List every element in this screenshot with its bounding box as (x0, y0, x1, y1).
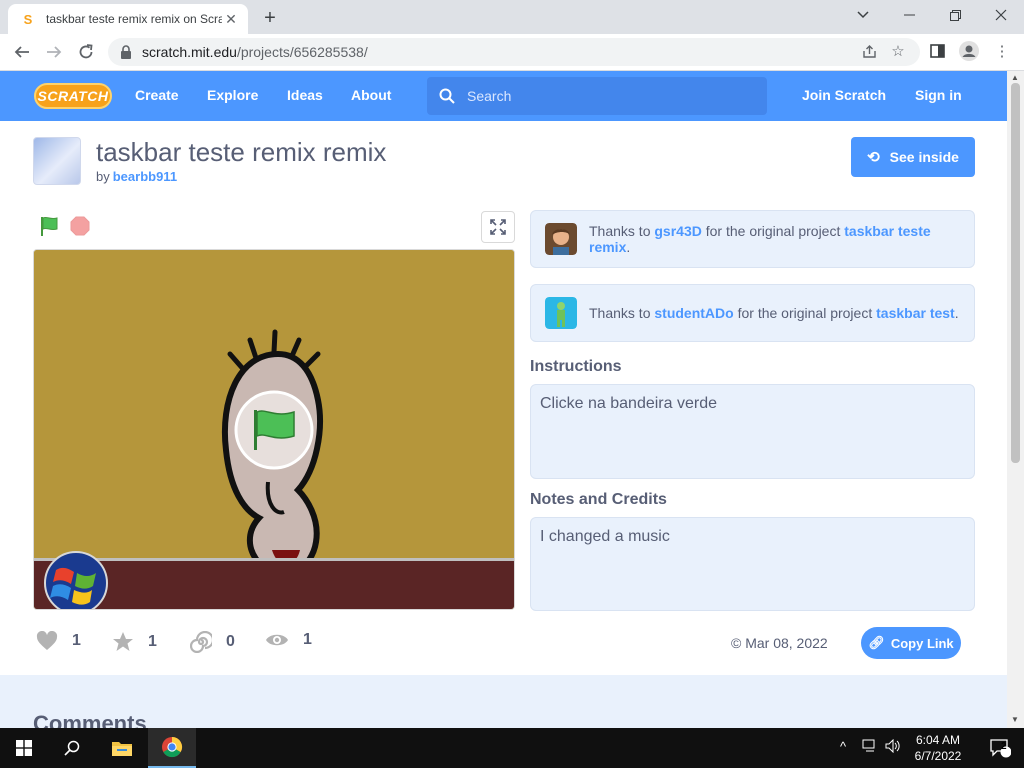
clock-date: 6/7/2022 (914, 749, 962, 763)
notes-heading: Notes and Credits (530, 491, 667, 508)
nav-explore[interactable]: Explore (207, 87, 258, 103)
fullscreen-icon (490, 219, 506, 235)
credit-user-link[interactable]: gsr43D (654, 223, 701, 239)
chrome-menu-kebab-icon[interactable]: ⋮ (991, 40, 1013, 62)
remix-count: 0 (226, 633, 235, 650)
link-icon: 🔗︎ (868, 635, 885, 650)
scratch-logo[interactable]: SCRATCH (34, 83, 112, 109)
restore-icon[interactable] (932, 0, 978, 30)
taskbar-search-icon[interactable] (48, 728, 96, 768)
instructions-heading: Instructions (530, 358, 622, 375)
instructions-text: Clicke na bandeira verde (530, 384, 975, 479)
author-link[interactable]: bearbb911 (113, 169, 177, 184)
scratch-navbar: SCRATCH Create Explore Ideas About Join … (0, 71, 1007, 121)
nav-ideas[interactable]: Ideas (287, 87, 323, 103)
favorite-count: 1 (148, 632, 157, 650)
scroll-up-arrow-icon[interactable]: ▲ (1011, 73, 1019, 82)
credit-text: Thanks to gsr43D for the original projec… (589, 223, 931, 255)
scrollbar-thumb[interactable] (1011, 83, 1020, 463)
tray-expand-chevron-icon[interactable]: ^ (840, 739, 846, 754)
see-inside-button[interactable]: ⟲ See inside (851, 137, 975, 177)
credit-text: Thanks to studentADo for the original pr… (589, 305, 959, 321)
volume-icon[interactable] (885, 738, 901, 756)
project-thumbnail (33, 137, 81, 185)
fullscreen-button[interactable] (481, 211, 515, 243)
side-panel-icon[interactable] (926, 40, 948, 62)
back-arrow-icon[interactable] (8, 38, 36, 66)
copy-link-label: Copy Link (890, 635, 954, 651)
project-author-line: by bearbb911 (96, 169, 177, 184)
nav-create[interactable]: Create (135, 87, 179, 103)
star-icon (113, 632, 133, 651)
love-stat[interactable]: 1 (36, 631, 81, 651)
page-scrollbar[interactable]: ▲ ▼ (1007, 71, 1024, 728)
lock-icon[interactable] (120, 45, 132, 59)
view-count: 1 (303, 631, 312, 648)
windows-taskbar: ^ 6:04 AM 6/7/2022 2 (0, 728, 1024, 768)
profile-avatar-icon[interactable] (958, 40, 980, 62)
tab-search-chevron-icon[interactable] (840, 0, 886, 30)
heart-icon (36, 631, 58, 650)
clock-time: 6:04 AM (915, 733, 961, 747)
close-tab-icon[interactable]: ✕ (222, 10, 240, 28)
share-icon[interactable] (858, 40, 880, 62)
address-bar[interactable]: scratch.mit.edu/projects/656285538/ (108, 38, 920, 66)
see-inside-icon: ⟲ (867, 149, 880, 166)
love-count: 1 (72, 632, 81, 649)
system-clock[interactable]: 6:04 AM 6/7/2022 (900, 732, 976, 764)
scroll-down-arrow-icon[interactable]: ▼ (1011, 715, 1019, 724)
tab-title: taskbar teste remix remix on Scratch (46, 12, 222, 26)
remix-stat: 0 (190, 631, 235, 653)
green-flag-icon[interactable] (38, 215, 60, 237)
credit-user-link[interactable]: studentADo (654, 305, 733, 321)
see-inside-label: See inside (889, 149, 959, 165)
browser-tab-strip: S taskbar teste remix remix on Scratch ✕… (0, 0, 1024, 34)
project-stage[interactable] (33, 249, 515, 610)
close-window-icon[interactable] (978, 0, 1024, 30)
windows-start-icon[interactable] (0, 728, 48, 768)
shared-date: © Mar 08, 2022 (731, 635, 828, 651)
notification-count: 2 (1001, 741, 1007, 752)
remix-credit-card: Thanks to studentADo for the original pr… (530, 284, 975, 342)
by-label: by (96, 169, 110, 184)
new-tab-plus-icon[interactable]: + (258, 6, 282, 30)
stage-scene (34, 250, 514, 609)
browser-tab[interactable]: S taskbar teste remix remix on Scratch ✕ (8, 4, 248, 34)
join-scratch-link[interactable]: Join Scratch (802, 87, 886, 103)
action-center-icon[interactable]: 2 (976, 728, 1024, 768)
comments-section (0, 675, 1007, 728)
sign-in-link[interactable]: Sign in (915, 87, 962, 103)
chrome-taskbar-icon[interactable] (148, 728, 196, 768)
search-box (427, 77, 767, 115)
search-icon (439, 88, 455, 104)
nav-about[interactable]: About (351, 87, 391, 103)
page-viewport: SCRATCH Create Explore Ideas About Join … (0, 71, 1007, 728)
notes-text: I changed a music (530, 517, 975, 611)
network-icon[interactable] (862, 739, 878, 756)
eye-icon (266, 634, 288, 646)
remix-spiral-icon (190, 631, 212, 653)
view-stat: 1 (265, 631, 312, 649)
windows-orb-icon (44, 551, 108, 609)
copy-link-button[interactable]: 🔗︎ Copy Link (861, 627, 961, 659)
project-title: taskbar teste remix remix (96, 137, 387, 167)
forward-arrow-icon[interactable] (40, 38, 68, 66)
url-text: scratch.mit.edu/projects/656285538/ (142, 44, 368, 60)
remix-credit-card: Thanks to gsr43D for the original projec… (530, 210, 975, 268)
file-explorer-icon[interactable] (98, 728, 146, 768)
minimize-icon[interactable] (886, 0, 932, 30)
reload-icon[interactable] (72, 38, 100, 66)
user-avatar[interactable] (545, 223, 577, 255)
browser-toolbar: scratch.mit.edu/projects/656285538/ ☆ ⋮ (0, 34, 1024, 71)
credit-project-link[interactable]: taskbar test (876, 305, 955, 321)
stage-green-flag-overlay-icon[interactable] (234, 390, 314, 470)
comments-heading: Comments (33, 711, 147, 728)
favorite-stat[interactable]: 1 (112, 631, 157, 652)
bookmark-star-icon[interactable]: ☆ (887, 40, 909, 62)
user-avatar[interactable] (545, 297, 577, 329)
stop-sign-icon[interactable] (70, 216, 90, 236)
scratch-favicon-icon: S (23, 11, 33, 27)
search-input[interactable] (467, 88, 747, 104)
